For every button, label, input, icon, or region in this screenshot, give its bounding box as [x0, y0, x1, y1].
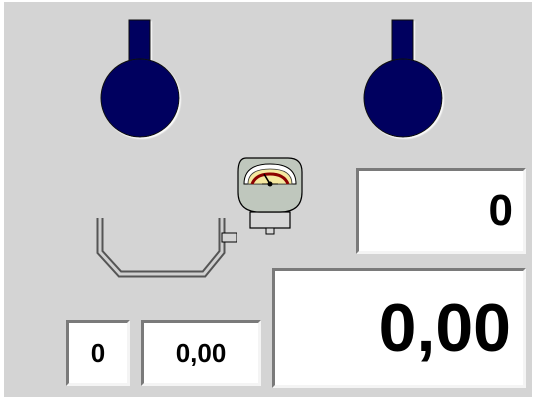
small-count-value: 0 — [90, 337, 106, 368]
main-count-value: 0 — [488, 186, 513, 235]
main-value-display: 0,00 — [378, 290, 511, 366]
main-value-field: 0,00 — [272, 268, 526, 388]
main-count-field: 0 — [356, 168, 526, 254]
small-value-field: 0,00 — [141, 320, 261, 386]
flask-right-icon[interactable] — [359, 16, 449, 140]
small-value-display: 0,00 — [175, 337, 227, 368]
balance-pan-icon[interactable] — [92, 212, 237, 284]
small-count-field: 0 — [66, 320, 130, 386]
pressure-gauge-icon[interactable] — [232, 154, 312, 254]
instrument-panel: 0 0,00 0 0,00 — [4, 2, 532, 397]
flask-left-icon[interactable] — [96, 16, 186, 140]
